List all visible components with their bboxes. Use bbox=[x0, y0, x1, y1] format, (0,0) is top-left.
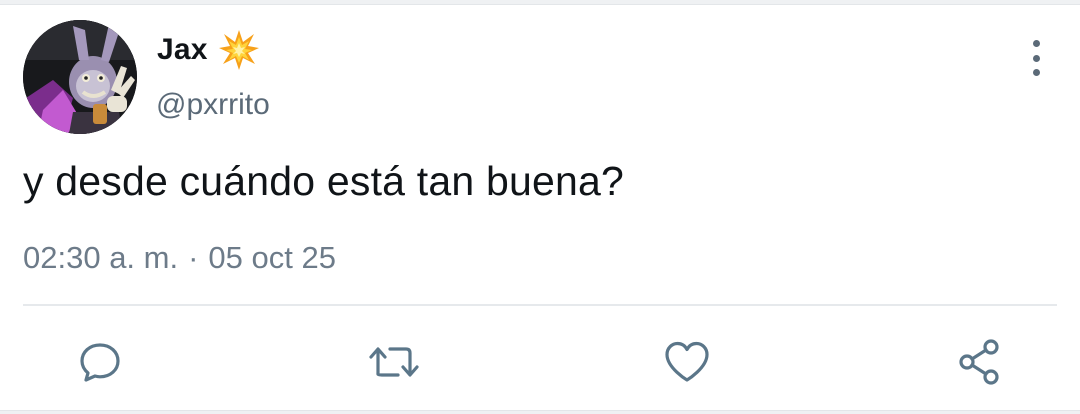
retweet-button[interactable] bbox=[366, 334, 422, 390]
avatar[interactable] bbox=[23, 20, 137, 134]
tweet-time: 02:30 a. m. bbox=[23, 240, 179, 275]
top-divider bbox=[0, 0, 1080, 5]
bottom-divider bbox=[0, 410, 1080, 414]
share-button[interactable] bbox=[952, 334, 1008, 390]
author-name-row[interactable]: Jax bbox=[157, 28, 260, 72]
tweet-date: 05 oct 25 bbox=[208, 240, 336, 275]
collision-icon bbox=[218, 29, 260, 71]
more-vertical-icon-dot bbox=[1032, 69, 1040, 76]
actions-divider bbox=[23, 304, 1057, 306]
tweet-card: Jax @pxrrito y desde cuándo está tan bue… bbox=[0, 0, 1080, 414]
reply-icon bbox=[80, 343, 120, 382]
like-icon bbox=[665, 341, 709, 382]
display-name[interactable]: Jax bbox=[157, 33, 208, 67]
like-button[interactable] bbox=[659, 334, 715, 390]
retweet-icon bbox=[369, 347, 419, 377]
tweet-text: y desde cuándo está tan buena? bbox=[23, 158, 624, 204]
more-options-button[interactable] bbox=[1022, 40, 1050, 76]
author-handle[interactable]: @pxrrito bbox=[156, 88, 270, 122]
share-icon bbox=[959, 339, 999, 385]
more-vertical-icon bbox=[1032, 40, 1040, 47]
reply-button[interactable] bbox=[72, 334, 128, 390]
timestamp-separator: · bbox=[188, 240, 199, 275]
more-vertical-icon-dot bbox=[1032, 54, 1040, 62]
tweet-timestamp[interactable]: 02:30 a. m. · 05 oct 25 bbox=[23, 240, 336, 276]
